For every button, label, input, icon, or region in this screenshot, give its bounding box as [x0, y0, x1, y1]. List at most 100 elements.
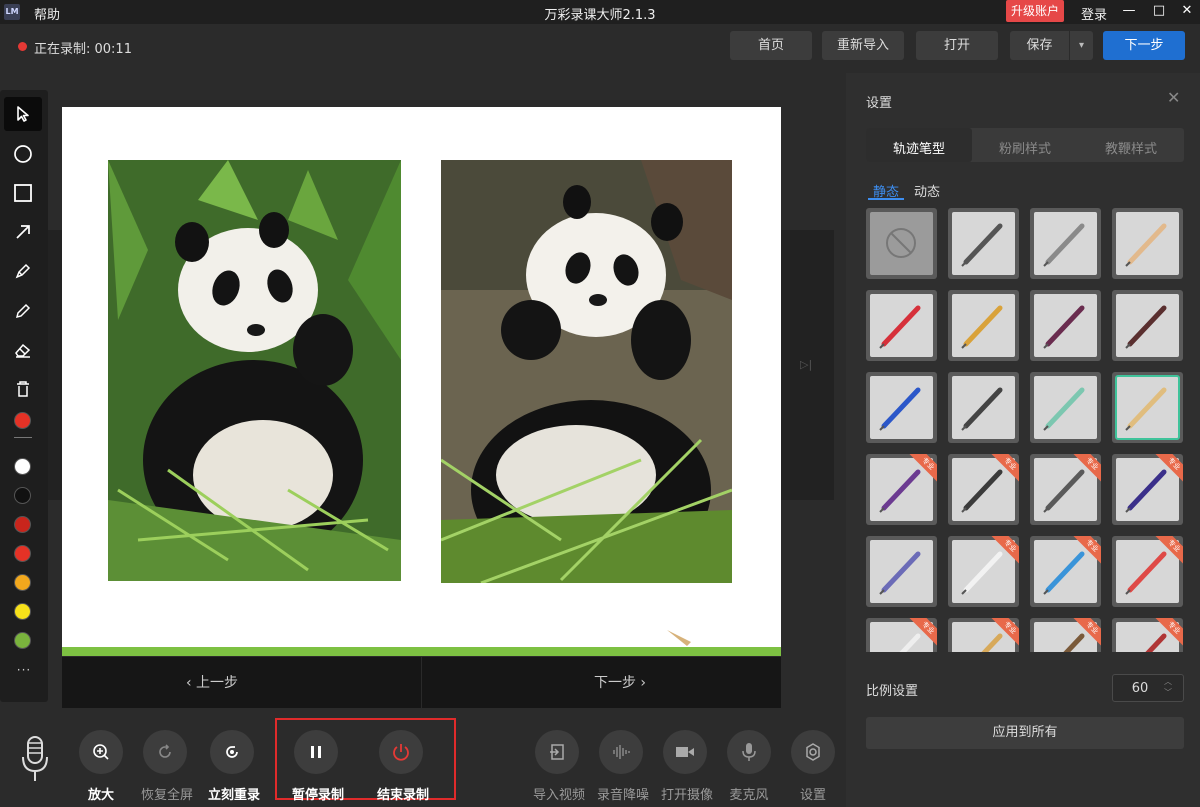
pen-thumbnail — [1116, 294, 1179, 357]
eraser-tool-icon[interactable] — [4, 333, 42, 367]
panel-title: 设置 — [866, 96, 893, 111]
next-step-nav-button[interactable]: 下一步 › — [470, 672, 770, 692]
pen-thumbnail — [1034, 376, 1097, 439]
pen-style-option[interactable] — [948, 290, 1019, 361]
app-window: LM 帮助 万彩录课大师2.1.3 升级账户 登录 — □ ✕ 正在录制: 00… — [0, 0, 1200, 807]
select-tool-icon[interactable] — [4, 97, 42, 131]
skip-forward-icon[interactable]: ▷| — [800, 358, 812, 371]
toolbar-divider — [14, 437, 32, 438]
microphone-status-icon — [18, 735, 52, 787]
pen-thumbnail — [952, 212, 1015, 275]
close-window-button[interactable]: ✕ — [1172, 0, 1200, 22]
pen-thumbnail — [870, 212, 933, 275]
zoom-in-icon — [79, 730, 123, 774]
scale-stepper-icon[interactable]: ︿ ﹀ — [1164, 676, 1172, 698]
pause-record-button[interactable]: 暂停录制 — [292, 730, 344, 803]
highlighter-tool-icon[interactable] — [4, 254, 42, 288]
circle-tool-icon[interactable] — [4, 137, 42, 171]
color-swatch[interactable] — [14, 487, 31, 504]
end-record-button[interactable]: 结束录制 — [377, 730, 429, 803]
pen-style-option[interactable]: 专业 — [1030, 454, 1101, 525]
settings-button[interactable]: 设置 — [789, 730, 837, 803]
pen-style-option[interactable]: 专业 — [1112, 454, 1183, 525]
arrow-tool-icon[interactable] — [4, 215, 42, 249]
pen-style-option[interactable]: 专业 — [866, 454, 937, 525]
pen-style-option[interactable] — [866, 372, 937, 443]
pen-icon — [1125, 223, 1167, 267]
pen-thumbnail — [952, 294, 1015, 357]
pen-icon — [961, 305, 1003, 349]
pen-style-option[interactable]: 专业 — [948, 618, 1019, 652]
prev-step-button[interactable]: ‹ 上一步 — [62, 672, 362, 692]
rerecord-button[interactable]: 立刻重录 — [208, 730, 260, 803]
color-swatch[interactable] — [14, 632, 31, 649]
pen-style-option[interactable]: 专业 — [1112, 536, 1183, 607]
pen-style-option[interactable]: 专业 — [948, 454, 1019, 525]
app-logo: LM — [4, 4, 20, 20]
pen-style-option[interactable]: 专业 — [1030, 618, 1101, 652]
microphone-label: 麦克风 — [729, 788, 769, 803]
open-camera-button[interactable]: 打开摄像 — [661, 730, 714, 803]
pen-style-option[interactable] — [948, 208, 1019, 279]
pen-style-option[interactable] — [1112, 372, 1183, 443]
noise-reduction-button[interactable]: 录音降噪 — [597, 730, 649, 803]
panel-close-icon[interactable]: ✕ — [1167, 88, 1180, 107]
open-button[interactable]: 打开 — [916, 31, 998, 60]
color-swatch[interactable] — [14, 516, 31, 533]
pen-style-option[interactable] — [948, 372, 1019, 443]
pen-style-option[interactable]: 专业 — [1030, 536, 1101, 607]
subtab-underline — [868, 198, 904, 200]
tab-brush-style[interactable]: 粉刷样式 — [972, 138, 1078, 157]
pen-tool-icon[interactable] — [4, 294, 42, 328]
current-color-swatch[interactable] — [14, 412, 31, 429]
upgrade-account-button[interactable]: 升级账户 — [1006, 0, 1064, 22]
waveform-icon — [599, 730, 643, 774]
pen-style-option[interactable]: 专业 — [866, 618, 937, 652]
pen-style-option[interactable]: 专业 — [948, 536, 1019, 607]
color-swatch[interactable] — [14, 458, 31, 475]
camera-icon — [663, 730, 707, 774]
microphone-button[interactable]: 麦克风 — [725, 730, 773, 803]
pen-style-option[interactable] — [1030, 208, 1101, 279]
pen-icon — [1125, 305, 1167, 349]
no-pen-option[interactable] — [866, 208, 937, 279]
login-button[interactable]: 登录 — [1081, 4, 1107, 23]
next-step-label: 下一步 — [593, 675, 636, 691]
pen-icon — [1125, 387, 1167, 431]
pen-style-option[interactable] — [1112, 290, 1183, 361]
next-step-button[interactable]: 下一步 — [1103, 31, 1185, 60]
import-video-button[interactable]: 导入视频 — [533, 730, 585, 803]
pen-thumbnail — [1034, 212, 1097, 275]
color-swatch[interactable] — [14, 603, 31, 620]
tab-trail-pen[interactable]: 轨迹笔型 — [866, 138, 972, 157]
pen-style-option[interactable] — [866, 536, 937, 607]
save-dropdown-icon[interactable]: ▾ — [1069, 31, 1093, 60]
pen-style-option[interactable] — [1030, 372, 1101, 443]
subtab-dynamic[interactable]: 动态 — [914, 181, 940, 200]
pen-thumbnail — [1116, 212, 1179, 275]
scale-value[interactable]: 60 — [1112, 681, 1168, 696]
open-camera-label: 打开摄像 — [661, 788, 714, 803]
pen-style-option[interactable] — [1112, 208, 1183, 279]
apply-to-all-button[interactable]: 应用到所有 — [866, 717, 1184, 749]
more-tools-button[interactable]: ··· — [14, 663, 34, 677]
reimport-button[interactable]: 重新导入 — [822, 31, 904, 60]
pen-icon — [879, 551, 921, 595]
no-entry-icon — [886, 228, 916, 258]
maximize-button[interactable]: □ — [1144, 0, 1174, 22]
pen-icon — [961, 223, 1003, 267]
home-button[interactable]: 首页 — [730, 31, 812, 60]
color-swatch[interactable] — [14, 574, 31, 591]
pen-style-option[interactable] — [1030, 290, 1101, 361]
pen-style-option[interactable]: 专业 — [1112, 618, 1183, 652]
zoom-in-button[interactable]: 放大 — [77, 730, 125, 803]
microphone-icon — [727, 730, 771, 774]
help-menu[interactable]: 帮助 — [34, 4, 60, 23]
tab-pointer-style[interactable]: 教鞭样式 — [1078, 138, 1184, 157]
rectangle-tool-icon[interactable] — [4, 176, 42, 210]
color-swatch[interactable] — [14, 545, 31, 562]
restore-fullscreen-button[interactable]: 恢复全屏 — [141, 730, 193, 803]
pen-style-option[interactable] — [866, 290, 937, 361]
minimize-button[interactable]: — — [1114, 0, 1144, 22]
trash-tool-icon[interactable] — [4, 372, 42, 406]
